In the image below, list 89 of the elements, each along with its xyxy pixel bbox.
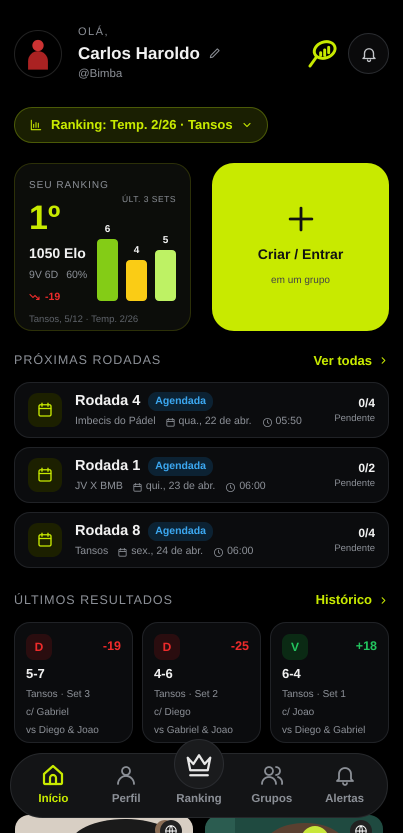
calendar-icon	[117, 546, 128, 558]
round-name: Rodada 4	[75, 392, 140, 410]
group-name: Imbecis do Pádel	[75, 414, 156, 430]
create-subtitle: em um grupo	[271, 274, 330, 288]
result-badge: D	[26, 634, 52, 660]
clock-icon	[213, 546, 224, 558]
elo-change: -25	[230, 638, 249, 656]
set-score: 6-4	[282, 664, 302, 683]
players-count: 0/2	[357, 460, 375, 478]
bar-value-label: 6	[104, 223, 110, 238]
section-heading: ÚLTIMOS RESULTADOS	[14, 592, 173, 609]
round-date: qua., 22 de abr.	[178, 414, 252, 430]
calendar-icon	[36, 401, 54, 420]
partner-text: c/ Diego	[154, 706, 192, 720]
bar-chart-icon	[29, 118, 43, 132]
group-name: Tansos	[75, 544, 108, 560]
status-text: Pendente	[334, 477, 375, 492]
nav-tab[interactable]: Perfil	[90, 762, 163, 808]
avatar	[14, 30, 62, 78]
elo-change: +18	[356, 638, 377, 656]
round-time: 05:50	[276, 414, 302, 430]
create-join-button[interactable]: Criar / Entrar em um grupo	[212, 162, 389, 331]
elo-rating: 1050 Elo	[29, 244, 87, 263]
round-card[interactable]: Rodada 1 Agendada JV X BMB qui., 23 de abr. 06:00 0/2 Pendente	[14, 447, 389, 504]
card-title: SEU RANKING	[29, 178, 110, 193]
calendar-icon	[36, 531, 54, 550]
home-icon	[41, 762, 66, 787]
opponents-text: vs Gabriel & Joao	[154, 724, 234, 738]
set-score: 4-6	[154, 664, 174, 683]
status-tag: Agendada	[148, 456, 214, 476]
calendar-icon	[132, 482, 143, 493]
set-info: Tansos · Set 2	[154, 688, 219, 702]
opponents-text: vs Diego & Gabriel	[282, 724, 366, 738]
set-info: Tansos · Set 3	[26, 688, 91, 702]
status-text: Pendente	[334, 412, 375, 426]
calendar-icon	[36, 466, 54, 484]
nav-tab[interactable]: Alertas	[308, 762, 381, 808]
nav-tab[interactable]: Grupos	[235, 762, 308, 808]
see-all-link[interactable]: Histórico	[316, 590, 389, 610]
round-card[interactable]: Rodada 8 Agendada Tansos sex., 24 de abr. 06:00 0/4 Pendente	[14, 512, 389, 568]
round-time: 06:00	[239, 479, 266, 494]
round-name: Rodada 8	[75, 522, 140, 540]
chart-bar	[126, 260, 147, 302]
section-heading: PRÓXIMAS RODADAS	[14, 352, 162, 370]
greeting-text: OLÁ,	[78, 24, 110, 40]
user-name: Carlos Haroldo	[78, 42, 200, 64]
user-handle: @Bimba	[78, 67, 124, 82]
set-info: Tansos · Set 1	[282, 688, 347, 702]
result-card[interactable]: V +18 6-4 Tansos · Set 1 c/ Joao vs Diego & Gabriel	[270, 622, 389, 743]
partner-text: c/ Gabriel	[26, 706, 70, 720]
bar-value-label: 4	[134, 244, 140, 258]
opponents-text: vs Diego & Joao	[26, 724, 100, 738]
win-loss-record: 9V 6D	[29, 268, 58, 283]
elo-change: -19	[102, 638, 121, 656]
players-count: 0/4	[357, 395, 375, 412]
chart-bar	[97, 239, 118, 302]
clock-icon	[225, 482, 236, 493]
set-score: 5-7	[26, 664, 46, 683]
group-name: JV X BMB	[75, 479, 123, 494]
bar-value-label: 5	[162, 234, 168, 248]
status-tag: Agendada	[148, 392, 214, 412]
see-all-link[interactable]: Ver todas	[313, 350, 389, 370]
partner-text: c/ Joao	[282, 706, 316, 720]
round-time: 06:00	[227, 544, 254, 560]
chart-title: ÚLT. 3 SETS	[122, 192, 176, 206]
players-count: 0/4	[357, 525, 375, 542]
clock-icon	[262, 416, 273, 428]
round-date: qui., 23 de abr.	[146, 479, 216, 494]
result-badge: V	[282, 634, 308, 660]
round-card[interactable]: Rodada 4 Agendada Imbecis do Pádel qua., 22 de abr. 05:50 0/4 Pendente	[14, 382, 389, 438]
plus-icon	[288, 206, 314, 232]
round-name: Rodada 1	[75, 456, 140, 476]
rank-position: 1º	[29, 200, 62, 235]
chart-bar	[155, 250, 176, 302]
round-date: sex., 24 de abr.	[131, 544, 204, 560]
pencil-icon[interactable]	[208, 46, 222, 60]
win-rate: 60%	[66, 268, 88, 283]
result-card[interactable]: D -19 5-7 Tansos · Set 3 c/ Gabriel vs Diego & Joao	[14, 622, 133, 743]
ranking-filter-button[interactable]: Ranking: Temp. 2/26 · Tansos	[14, 107, 268, 143]
calendar-icon	[164, 416, 176, 428]
result-badge: D	[154, 634, 180, 660]
status-text: Pendente	[334, 542, 375, 556]
nav-tab[interactable]: Início	[17, 762, 90, 808]
racket-logo-icon	[306, 38, 338, 70]
status-tag: Agendada	[148, 522, 214, 542]
result-card[interactable]: D -25 4-6 Tansos · Set 2 c/ Diego vs Gabriel & Joao	[142, 622, 261, 743]
card-footer-text: Tansos, 5/12 · Temp. 2/26	[29, 313, 140, 328]
elo-change: -19	[45, 290, 60, 304]
notifications-button[interactable]	[348, 33, 389, 74]
